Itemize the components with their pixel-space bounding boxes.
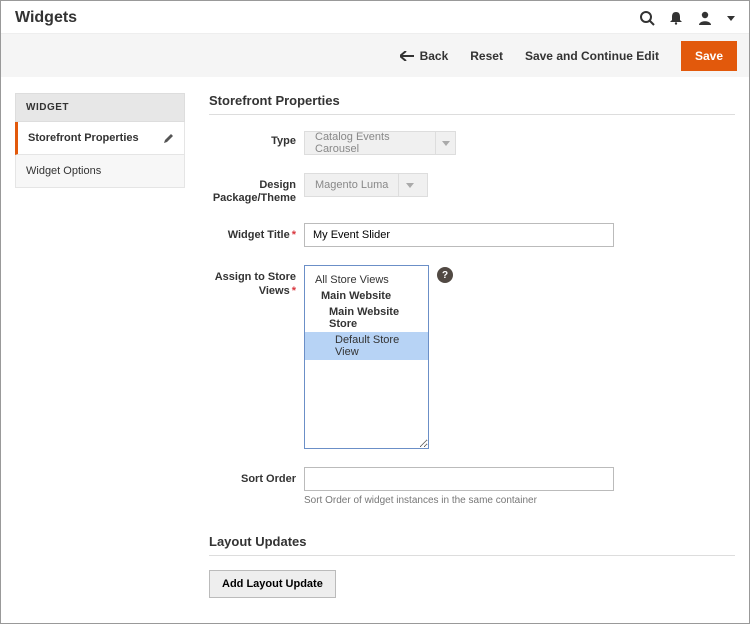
store-option-store[interactable]: Main Website Store <box>305 304 428 332</box>
chevron-down-icon <box>398 174 420 196</box>
help-icon[interactable]: ? <box>437 267 453 283</box>
type-select[interactable]: Catalog Events Carousel <box>304 131 456 155</box>
sidebar-item-label: Storefront Properties <box>28 132 139 144</box>
theme-value: Magento Luma <box>305 179 398 191</box>
reset-button[interactable]: Reset <box>470 49 503 63</box>
type-label: Type <box>209 129 304 148</box>
type-value: Catalog Events Carousel <box>305 131 435 155</box>
field-store-views: Assign to Store Views* All Store Views M… <box>209 265 735 449</box>
store-views-select[interactable]: All Store Views Main Website Main Websit… <box>304 265 429 449</box>
main-panel: Storefront Properties Type Catalog Event… <box>209 93 735 598</box>
page-header: Widgets <box>1 1 749 33</box>
sort-order-hint: Sort Order of widget instances in the sa… <box>304 495 735 506</box>
save-continue-button[interactable]: Save and Continue Edit <box>525 49 659 63</box>
add-layout-update-button[interactable]: Add Layout Update <box>209 570 336 598</box>
store-option-website[interactable]: Main Website <box>305 288 428 304</box>
account-menu-caret[interactable] <box>727 16 735 21</box>
field-type: Type Catalog Events Carousel <box>209 129 735 155</box>
sort-order-label: Sort Order <box>209 467 304 486</box>
sidebar-item-storefront-properties[interactable]: Storefront Properties <box>15 122 185 155</box>
store-option-view[interactable]: Default Store View <box>305 332 428 360</box>
header-actions <box>639 10 735 26</box>
back-label: Back <box>420 49 449 63</box>
back-button[interactable]: Back <box>400 49 449 63</box>
page-title: Widgets <box>15 9 77 27</box>
widget-title-input[interactable] <box>304 223 614 247</box>
sort-order-input[interactable] <box>304 467 614 491</box>
sidebar: WIDGET Storefront Properties Widget Opti… <box>15 93 185 598</box>
field-widget-title: Widget Title* <box>209 223 735 247</box>
field-theme: Design Package/Theme Magento Luma <box>209 173 735 205</box>
field-sort-order: Sort Order Sort Order of widget instance… <box>209 467 735 506</box>
user-icon[interactable] <box>697 10 713 26</box>
widget-title-label: Widget Title* <box>209 223 304 242</box>
edit-icon <box>163 133 174 144</box>
search-icon[interactable] <box>639 10 655 26</box>
section-storefront-title: Storefront Properties <box>209 93 735 115</box>
chevron-down-icon <box>435 132 455 154</box>
theme-label: Design Package/Theme <box>209 173 304 205</box>
theme-select[interactable]: Magento Luma <box>304 173 428 197</box>
sidebar-item-label: Widget Options <box>26 165 101 177</box>
bell-icon[interactable] <box>669 11 683 25</box>
store-option-all[interactable]: All Store Views <box>305 272 428 288</box>
save-button[interactable]: Save <box>681 41 737 71</box>
sidebar-item-widget-options[interactable]: Widget Options <box>15 155 185 188</box>
sidebar-heading: WIDGET <box>15 93 185 122</box>
store-views-label: Assign to Store Views* <box>209 265 304 297</box>
action-toolbar: Back Reset Save and Continue Edit Save <box>1 33 749 77</box>
content: WIDGET Storefront Properties Widget Opti… <box>1 77 749 614</box>
section-layout-title: Layout Updates <box>209 534 735 556</box>
